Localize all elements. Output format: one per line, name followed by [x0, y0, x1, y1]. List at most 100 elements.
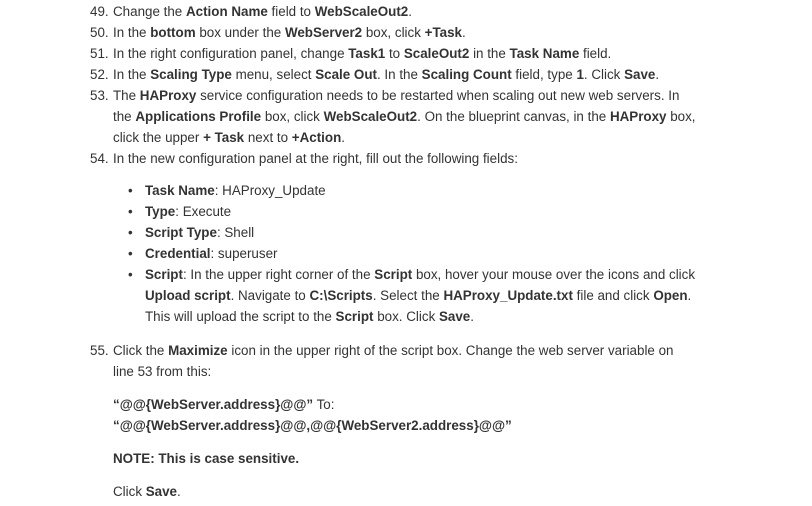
line-content: Credential: superuser: [145, 245, 277, 262]
step-number: 54.: [90, 151, 109, 166]
bold-text: Scaling Count: [421, 67, 512, 82]
step-number: 55.: [90, 343, 109, 358]
line-content: “@@{WebServer.address}@@” To:: [113, 396, 334, 413]
line-content: In the Scaling Type menu, select Scale O…: [113, 66, 659, 83]
bold-text: bottom: [150, 25, 196, 40]
text-run: menu, select: [231, 67, 316, 82]
bold-text: HAProxy: [139, 88, 197, 103]
line-content: Task Name: HAProxy_Update: [145, 182, 326, 199]
line-content: Script: In the upper right corner of the…: [145, 266, 695, 283]
step-number: 49.: [90, 4, 109, 19]
text-run: file and click: [572, 288, 654, 303]
bold-text: HAProxy: [609, 109, 667, 124]
step-number: 53.: [90, 88, 109, 103]
line-content: Click the Maximize icon in the upper rig…: [113, 342, 674, 359]
bold-text: C:\Scripts: [309, 288, 373, 303]
line-content: In the bottom box under the WebServer2 b…: [113, 24, 466, 41]
text-run: .: [341, 130, 345, 145]
bold-text: Scale Out: [315, 67, 377, 82]
step-number: •: [128, 246, 133, 261]
text-run: field to: [267, 4, 315, 19]
text-run: The: [113, 88, 140, 103]
text-run: icon in the upper right of the script bo…: [227, 343, 674, 358]
bold-text: Script Type: [145, 225, 217, 240]
bold-text: WebServer2: [284, 25, 363, 40]
step-number: •: [128, 225, 133, 240]
text-run: box. Click: [373, 309, 439, 324]
bold-text: “@@{WebServer.address}@@”: [113, 397, 314, 412]
text-run: . On the blueprint canvas, in the: [417, 109, 610, 124]
bold-text: Task Name: [145, 183, 215, 198]
step-number: •: [128, 204, 133, 219]
line-content: “@@{WebServer.address}@@,@@{WebServer2.a…: [113, 417, 512, 434]
step-number: 52.: [90, 67, 109, 82]
text-run: box,: [666, 109, 696, 124]
text-run: .: [462, 25, 466, 40]
bold-text: WebScaleOut2: [314, 4, 409, 19]
bold-text: Save: [438, 309, 471, 324]
line-content: Change the Action Name field to WebScale…: [113, 3, 412, 20]
step-number: 50.: [90, 25, 109, 40]
note-text: NOTE: This is case sensitive.: [113, 451, 300, 466]
bold-text: Upload script: [145, 288, 231, 303]
bold-text: WebScaleOut2: [323, 109, 418, 124]
text-run: to: [385, 46, 404, 61]
bold-text: Save: [624, 67, 656, 82]
bold-text: 1: [576, 67, 584, 82]
bold-text: “@@{WebServer.address}@@,@@{WebServer2.a…: [113, 418, 512, 433]
text-run: In the: [113, 25, 151, 40]
text-run: . Select the: [372, 288, 444, 303]
text-run: : In the upper right corner of the: [182, 267, 375, 282]
line-content: Type: Execute: [145, 203, 231, 220]
text-run: In the right configuration panel, change: [113, 46, 349, 61]
text-run: : superuser: [210, 246, 278, 261]
line-content: Script Type: Shell: [145, 224, 254, 241]
bold-text: Credential: [145, 246, 211, 261]
text-run: box, click: [261, 109, 324, 124]
text-run: To:: [313, 397, 335, 412]
text-run: Click: [113, 484, 146, 499]
bold-text: Task Name: [509, 46, 580, 61]
bold-text: Script: [374, 267, 413, 282]
text-run: : HAProxy_Update: [214, 183, 326, 198]
line-content: the Applications Profile box, click WebS…: [113, 108, 696, 125]
step-number: •: [128, 267, 133, 282]
text-run: This will upload the script to the: [145, 309, 336, 324]
bold-text: Open: [653, 288, 688, 303]
text-run: . Click: [583, 67, 625, 82]
line-content: In the right configuration panel, change…: [113, 45, 611, 62]
step-number: 51.: [90, 46, 109, 61]
text-run: line 53 from this:: [113, 364, 212, 379]
text-run: click the upper: [113, 130, 204, 145]
instructions-page: Change the Action Name field to WebScale…: [0, 0, 812, 506]
text-run: In the: [113, 67, 151, 82]
bold-text: Script: [145, 267, 183, 282]
bold-text: Maximize: [168, 343, 228, 358]
bold-text: Save: [145, 484, 178, 499]
bold-text: + Task: [203, 130, 245, 145]
text-run: field.: [579, 46, 612, 61]
bold-text: Applications Profile: [135, 109, 262, 124]
bold-text: Task1: [348, 46, 386, 61]
bold-text: +Action: [291, 130, 342, 145]
bold-text: HAProxy_Update.txt: [443, 288, 573, 303]
bold-text: Action Name: [185, 4, 268, 19]
text-run: service configuration needs to be restar…: [196, 88, 680, 103]
text-run: in the: [469, 46, 510, 61]
text-run: : Shell: [216, 225, 255, 240]
text-run: box, hover your mouse over the icons and…: [412, 267, 696, 282]
line-content: line 53 from this:: [113, 363, 211, 380]
step-number: •: [128, 183, 133, 198]
line-content: In the new configuration panel at the ri…: [113, 150, 518, 167]
text-run: In the new configuration panel at the ri…: [113, 151, 518, 166]
line-content: Click Save.: [113, 483, 181, 500]
text-run: . Navigate to: [230, 288, 310, 303]
text-run: field, type: [511, 67, 577, 82]
bold-text: ScaleOut2: [403, 46, 470, 61]
text-run: Click the: [113, 343, 169, 358]
text-run: the: [113, 109, 136, 124]
line-content: Upload script. Navigate to C:\Scripts. S…: [145, 287, 691, 304]
text-run: box under the: [195, 25, 285, 40]
text-run: .: [687, 288, 692, 303]
text-run: .: [655, 67, 660, 82]
